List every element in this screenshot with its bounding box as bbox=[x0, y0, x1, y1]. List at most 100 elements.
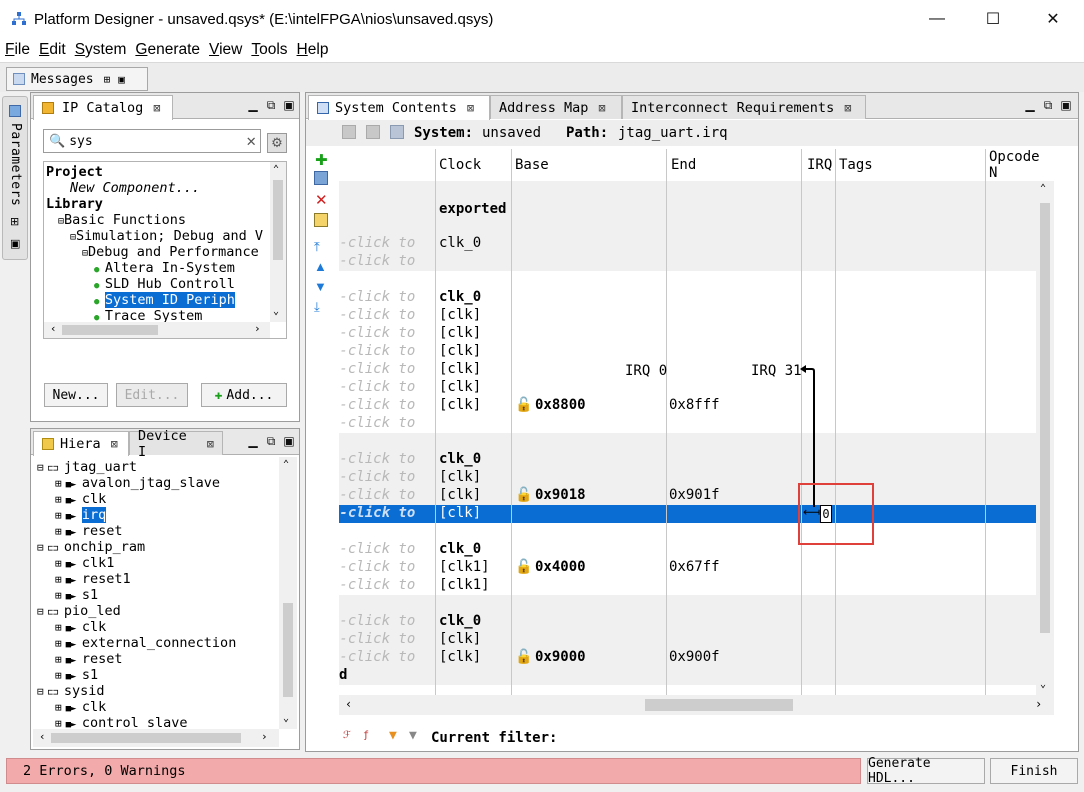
funnel-icon[interactable]: ▼ bbox=[389, 728, 397, 743]
nav-up-icon[interactable] bbox=[342, 125, 356, 139]
tab-device-info[interactable]: Device I ⊠ bbox=[129, 428, 223, 460]
hierarchy-item[interactable]: ⊞ ■► clk bbox=[55, 699, 106, 715]
add-icon[interactable]: ✚ bbox=[315, 151, 328, 169]
minimize-icon[interactable]: ▁ bbox=[245, 433, 261, 449]
menu-help[interactable]: Help bbox=[297, 41, 329, 59]
maximize-icon[interactable]: ▣ bbox=[1058, 97, 1074, 113]
remove-icon[interactable]: ✕ bbox=[315, 191, 328, 209]
hierarchy-item[interactable]: ⊞ ■► clk bbox=[55, 619, 106, 635]
ip-tree-item[interactable]: ⊟Simulation; Debug and V bbox=[70, 228, 263, 244]
scroll-down-icon[interactable]: ⌄ bbox=[273, 306, 279, 317]
scroll-thumb[interactable] bbox=[273, 180, 283, 260]
table-vscroll[interactable]: ⌃ ⌄ bbox=[1036, 181, 1054, 695]
col-header-end[interactable]: End bbox=[671, 149, 696, 181]
ip-tree-item[interactable]: Project bbox=[46, 164, 103, 180]
collapse-icon[interactable]: ⊟ bbox=[37, 541, 44, 554]
hierarchy-item[interactable]: ⊟ ⊏⊐ onchip_ram bbox=[37, 539, 145, 555]
ip-tree-item[interactable]: ⊟Debug and Performance bbox=[82, 244, 259, 260]
scroll-thumb[interactable] bbox=[645, 699, 793, 711]
close-icon[interactable]: ⊠ bbox=[207, 437, 214, 451]
tab-ip-catalog[interactable]: IP Catalog ⊠ bbox=[33, 95, 173, 120]
ip-tree-vscroll[interactable]: ⌃ ⌄ bbox=[270, 162, 286, 322]
menu-tools[interactable]: Tools bbox=[251, 41, 287, 59]
hierarchy-item[interactable]: ⊟ ⊏⊐ sysid bbox=[37, 683, 105, 699]
funnel-clear-icon[interactable]: ▼ bbox=[409, 728, 417, 743]
expand-icon[interactable]: ⊞ bbox=[55, 701, 62, 714]
filter-flow-icon[interactable]: ℱ bbox=[343, 730, 351, 741]
hierarchy-item[interactable]: ⊞ ■► irq bbox=[55, 507, 107, 523]
scroll-thumb[interactable] bbox=[62, 325, 158, 335]
restore-icon[interactable]: ⧉ bbox=[1040, 97, 1056, 113]
maximize-icon[interactable]: ▣ bbox=[281, 433, 297, 449]
expand-icon[interactable]: ⊞ bbox=[55, 669, 62, 682]
maximize-button[interactable]: ☐ bbox=[970, 0, 1016, 38]
hierarchy-item[interactable]: ⊞ ■► s1 bbox=[55, 587, 98, 603]
col-header-base[interactable]: Base bbox=[515, 149, 549, 181]
close-icon[interactable]: ⊠ bbox=[844, 101, 851, 115]
edit-icon[interactable] bbox=[314, 213, 328, 227]
restore-icon[interactable]: ⧉ bbox=[263, 97, 279, 113]
new-component-button[interactable]: New... bbox=[44, 383, 108, 407]
close-icon[interactable]: ⊠ bbox=[598, 101, 605, 115]
scroll-thumb[interactable] bbox=[283, 603, 293, 697]
hierarchy-item[interactable]: ⊞ ■► clk bbox=[55, 491, 106, 507]
restore-icon[interactable]: ⊞ bbox=[104, 73, 111, 86]
menu-file[interactable]: File bbox=[5, 41, 30, 59]
maximize-icon[interactable]: ▣ bbox=[10, 237, 20, 250]
scroll-left-icon[interactable]: ‹ bbox=[39, 730, 46, 743]
hierarchy-item[interactable]: ⊟ ⊏⊐ jtag_uart bbox=[37, 459, 137, 475]
ip-tree-item[interactable]: ● Altera In-System bbox=[94, 260, 235, 276]
close-button[interactable]: ✕ bbox=[1030, 0, 1076, 38]
move-top-icon[interactable]: ⤒ bbox=[314, 239, 320, 255]
close-icon[interactable]: ⊠ bbox=[111, 437, 118, 451]
hier-vscroll[interactable]: ⌃ ⌄ bbox=[279, 457, 297, 729]
hierarchy-item[interactable]: ⊞ ■► reset bbox=[55, 523, 123, 539]
move-down-icon[interactable]: ▼ bbox=[314, 279, 327, 294]
restore-icon[interactable]: ⊞ bbox=[10, 215, 19, 228]
system-nav-icon[interactable] bbox=[390, 125, 404, 139]
tab-address-map[interactable]: Address Map ⊠ bbox=[490, 95, 622, 119]
expand-icon[interactable]: ⊞ bbox=[55, 637, 62, 650]
expand-icon[interactable]: ⊞ bbox=[55, 653, 62, 666]
finish-button[interactable]: Finish bbox=[990, 758, 1078, 784]
expand-icon[interactable]: ⊞ bbox=[55, 589, 62, 602]
move-bottom-icon[interactable]: ⤓ bbox=[314, 299, 320, 315]
search-options-icon[interactable]: ⚙ bbox=[267, 133, 287, 153]
expand-icon[interactable]: ⊞ bbox=[55, 621, 62, 634]
ip-tree-item[interactable]: New Component... bbox=[70, 180, 200, 196]
scroll-right-icon[interactable]: › bbox=[254, 322, 261, 335]
col-header-irq[interactable]: IRQ bbox=[807, 149, 832, 181]
menu-edit[interactable]: Edit bbox=[39, 41, 66, 59]
move-up-icon[interactable]: ▲ bbox=[314, 259, 327, 274]
expand-icon[interactable]: ⊞ bbox=[55, 525, 62, 538]
maximize-icon[interactable]: ▣ bbox=[118, 73, 125, 86]
nav-top-icon[interactable] bbox=[366, 125, 380, 139]
hierarchy-item[interactable]: ⊞ ■► external_connection bbox=[55, 635, 236, 651]
expand-icon[interactable]: ⊞ bbox=[55, 557, 62, 570]
ip-tree-item[interactable]: ● SLD Hub Controll bbox=[94, 276, 235, 292]
maximize-icon[interactable]: ▣ bbox=[281, 97, 297, 113]
scroll-down-icon[interactable]: ⌄ bbox=[283, 713, 289, 724]
clear-search-icon[interactable]: ✕ bbox=[246, 131, 256, 150]
minimize-button[interactable]: — bbox=[914, 0, 960, 38]
expand-icon[interactable]: ⊞ bbox=[55, 509, 62, 522]
scroll-up-icon[interactable]: ⌃ bbox=[1040, 183, 1046, 194]
messages-tab[interactable]: Messages ⊞ ▣ bbox=[6, 67, 148, 91]
tab-hierarchy[interactable]: Hiera ⊠ bbox=[33, 431, 129, 456]
col-header-opcode[interactable]: Opcode N bbox=[989, 149, 1054, 181]
ip-tree-item[interactable]: ● System ID Periph bbox=[94, 292, 235, 308]
expand-icon[interactable]: ⊞ bbox=[55, 477, 62, 490]
tab-system-contents[interactable]: System Contents ⊠ bbox=[308, 95, 490, 120]
scroll-right-icon[interactable]: › bbox=[261, 730, 268, 743]
expand-icon[interactable]: ⊞ bbox=[55, 573, 62, 586]
ip-tree-item[interactable]: Library bbox=[46, 196, 103, 212]
hierarchy-item[interactable]: ⊞ ■► reset1 bbox=[55, 571, 131, 587]
add-component-button[interactable]: ✚ Add... bbox=[201, 383, 287, 407]
ip-search-input[interactable]: 🔍 sys ✕ bbox=[43, 129, 261, 153]
parameters-sidebar[interactable]: Parameters ⊞ ▣ bbox=[2, 96, 28, 260]
col-header-tags[interactable]: Tags bbox=[839, 149, 873, 181]
collapse-icon[interactable]: ⊟ bbox=[37, 605, 44, 618]
tab-interconnect[interactable]: Interconnect Requirements ⊠ bbox=[622, 95, 866, 119]
scroll-left-icon[interactable]: ‹ bbox=[50, 322, 57, 335]
hierarchy-item[interactable]: ⊞ ■► s1 bbox=[55, 667, 98, 683]
